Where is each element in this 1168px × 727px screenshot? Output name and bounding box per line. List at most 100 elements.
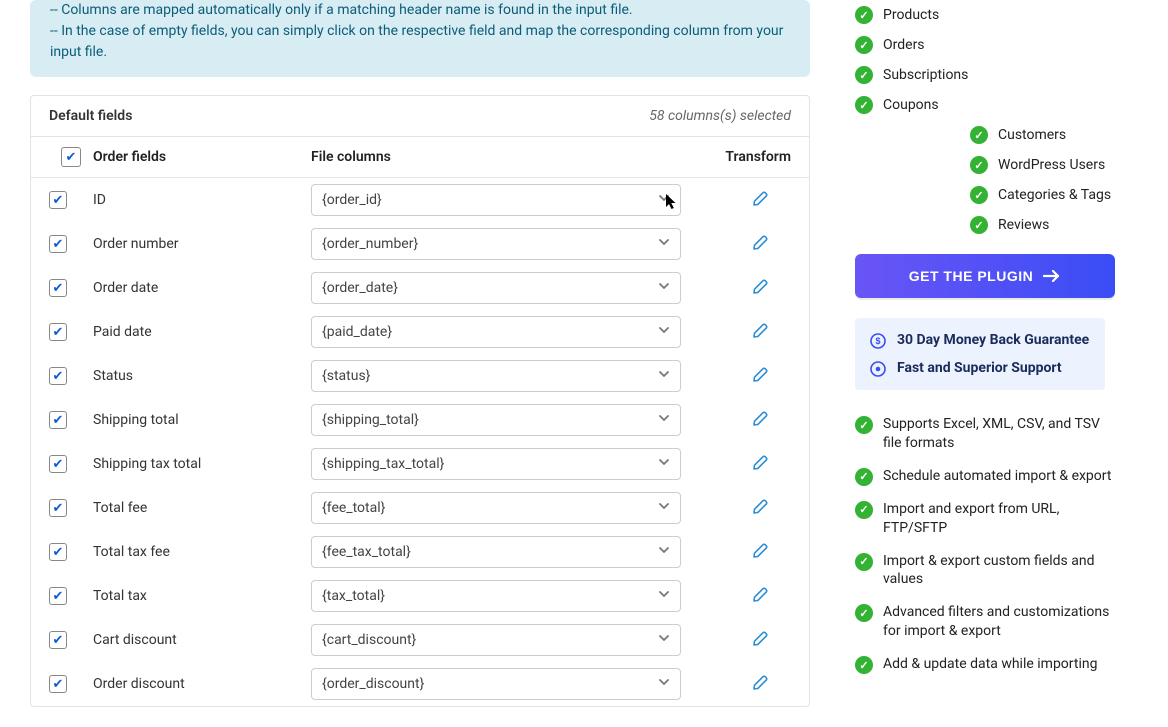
edit-transform-button[interactable] — [746, 537, 776, 567]
row-label: Order number — [93, 236, 311, 252]
row-checkbox[interactable] — [49, 631, 67, 649]
select-all-checkbox[interactable] — [61, 147, 81, 167]
edit-transform-button[interactable] — [746, 185, 776, 215]
file-column-select[interactable]: {fee_total} — [311, 492, 681, 524]
benefit-label: Add & update data while importing — [883, 655, 1097, 674]
feature-label: Subscriptions — [883, 67, 968, 83]
file-column-select[interactable]: {order_date} — [311, 272, 681, 304]
row-label: Total tax — [93, 588, 311, 604]
pencil-icon — [752, 629, 770, 651]
table-row: Total fee{fee_total} — [31, 486, 809, 530]
chevron-down-icon — [658, 632, 670, 648]
row-checkbox[interactable] — [49, 587, 67, 605]
chevron-down-icon — [658, 236, 670, 252]
row-checkbox[interactable] — [49, 499, 67, 517]
benefit-item: Advanced filters and customizations for … — [855, 596, 1115, 648]
table-row: Order discount{order_discount} — [31, 662, 809, 706]
file-column-value: {shipping_tax_total} — [322, 456, 444, 472]
svg-text:$: $ — [875, 336, 880, 346]
get-plugin-button[interactable]: GET THE PLUGIN — [855, 254, 1115, 298]
row-checkbox[interactable] — [49, 367, 67, 385]
benefit-item: Supports Excel, XML, CSV, and TSV file f… — [855, 408, 1115, 460]
feature-label: Categories & Tags — [998, 187, 1111, 203]
row-checkbox[interactable] — [49, 543, 67, 561]
row-checkbox[interactable] — [49, 455, 67, 473]
benefit-item: Schedule automated import & export — [855, 460, 1115, 493]
arrow-right-icon — [1043, 269, 1061, 283]
edit-transform-button[interactable] — [746, 669, 776, 699]
edit-transform-button[interactable] — [746, 229, 776, 259]
header-order-fields: Order fields — [93, 149, 311, 165]
file-column-select[interactable]: {tax_total} — [311, 580, 681, 612]
columns-selected-label: 58 columns(s) selected — [649, 108, 791, 124]
pencil-icon — [752, 277, 770, 299]
feature-item: Customers — [970, 120, 1145, 150]
pencil-icon — [752, 541, 770, 563]
table-row: Total tax fee {fee_tax_total} — [31, 530, 809, 574]
pencil-icon — [752, 365, 770, 387]
table-row: Order date{order_date} — [31, 266, 809, 310]
edit-transform-button[interactable] — [746, 273, 776, 303]
row-checkbox[interactable] — [49, 323, 67, 341]
file-column-select[interactable]: {paid_date} — [311, 316, 681, 348]
check-circle-icon — [855, 468, 873, 486]
file-column-select[interactable]: {status} — [311, 360, 681, 392]
file-column-select[interactable]: {order_id} — [311, 184, 681, 216]
promo-box: $ 30 Day Money Back Guarantee Fast and S… — [855, 318, 1105, 390]
file-column-value: {order_date} — [322, 280, 398, 296]
table-row: Shipping total{shipping_total} — [31, 398, 809, 442]
chevron-down-icon — [658, 544, 670, 560]
chevron-down-icon — [658, 280, 670, 296]
chevron-down-icon — [658, 412, 670, 428]
table-header-row: Order fields File columns Transform — [31, 137, 809, 178]
feature-item: Coupons — [855, 90, 1145, 120]
file-column-select[interactable]: {shipping_total} — [311, 404, 681, 436]
row-checkbox[interactable] — [49, 191, 67, 209]
row-label: Cart discount — [93, 632, 311, 648]
row-checkbox[interactable] — [49, 235, 67, 253]
table-row: Shipping tax total{shipping_tax_total} — [31, 442, 809, 486]
row-checkbox[interactable] — [49, 411, 67, 429]
sidebar-benefits: Supports Excel, XML, CSV, and TSV file f… — [855, 408, 1145, 681]
edit-transform-button[interactable] — [746, 493, 776, 523]
check-circle-icon — [855, 36, 873, 54]
feature-item: Categories & Tags — [970, 180, 1145, 210]
check-circle-icon — [855, 656, 873, 674]
row-checkbox[interactable] — [49, 279, 67, 297]
row-label: Total tax fee — [93, 544, 311, 560]
feature-item: Reviews — [970, 210, 1145, 240]
header-transform: Transform — [725, 149, 791, 165]
promo-money-back-text: 30 Day Money Back Guarantee — [897, 332, 1089, 348]
feature-item: Subscriptions — [855, 60, 1145, 90]
edit-transform-button[interactable] — [746, 581, 776, 611]
edit-transform-button[interactable] — [746, 361, 776, 391]
benefit-label: Import & export custom fields and values — [883, 552, 1115, 590]
table-row: Order number {order_number} — [31, 222, 809, 266]
money-back-icon: $ — [869, 332, 887, 350]
file-column-value: {status} — [322, 368, 370, 384]
file-column-select[interactable]: {order_discount} — [311, 668, 681, 700]
benefit-item: Add & update data while importing — [855, 648, 1115, 681]
row-checkbox[interactable] — [49, 675, 67, 693]
support-icon — [869, 360, 887, 378]
edit-transform-button[interactable] — [746, 317, 776, 347]
file-column-value: {order_discount} — [322, 676, 424, 692]
pencil-icon — [752, 585, 770, 607]
file-column-select[interactable]: {fee_tax_total} — [311, 536, 681, 568]
file-column-value: {fee_tax_total} — [322, 544, 411, 560]
row-label: ID — [93, 192, 311, 208]
edit-transform-button[interactable] — [746, 405, 776, 435]
edit-transform-button[interactable] — [746, 449, 776, 479]
file-column-select[interactable]: {shipping_tax_total} — [311, 448, 681, 480]
card-header: Default fields 58 columns(s) selected — [31, 96, 809, 137]
chevron-down-icon — [658, 456, 670, 472]
fields-card: Default fields 58 columns(s) selected Or… — [30, 95, 810, 707]
benefit-item: Import & export custom fields and values — [855, 545, 1115, 597]
pencil-icon — [752, 409, 770, 431]
file-column-value: {order_number} — [322, 236, 418, 252]
file-column-select[interactable]: {cart_discount} — [311, 624, 681, 656]
edit-transform-button[interactable] — [746, 625, 776, 655]
file-column-select[interactable]: {order_number} — [311, 228, 681, 260]
check-circle-icon — [970, 216, 988, 234]
check-circle-icon — [855, 553, 873, 571]
